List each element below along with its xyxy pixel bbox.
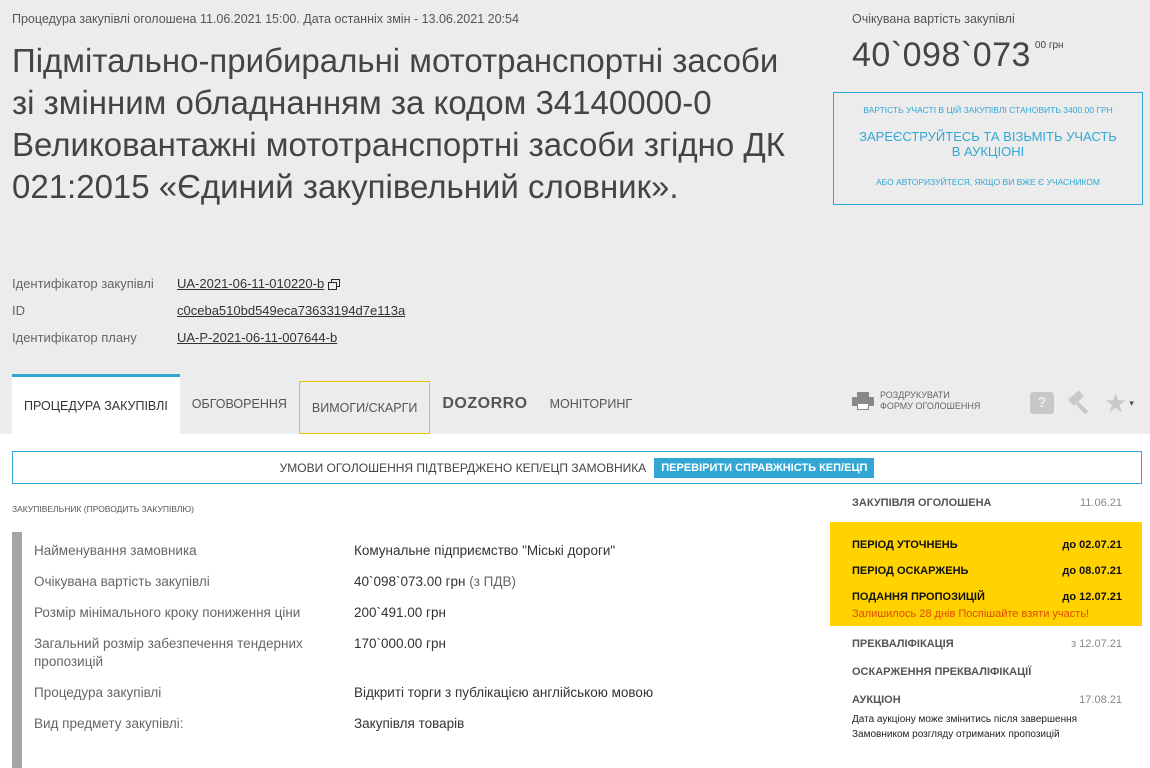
timeline-appeal-period: Період оскаржень до 08.07.21 bbox=[830, 558, 1142, 584]
timeline-label: Період оскаржень bbox=[852, 565, 969, 577]
info-label: Очікувана вартість закупівлі bbox=[34, 574, 210, 589]
identifier-row-plan: Ідентифікатор плану UA-P-2021-06-11-0076… bbox=[12, 324, 405, 351]
action-icons: ? ★ ▾ bbox=[1030, 390, 1134, 416]
timeline-label: Подання пропозицій bbox=[852, 591, 985, 603]
timeline-warning: Залишилось 28 днів Поспішайте взяти учас… bbox=[852, 608, 1090, 620]
timeline-date: до 12.07.21 bbox=[1062, 591, 1122, 603]
info-label: Процедура закупівлі bbox=[34, 685, 162, 700]
question-icon[interactable]: ? bbox=[1030, 392, 1054, 414]
info-row: Розмір мінімального кроку пониження ціни… bbox=[22, 604, 802, 622]
price-amount: 40`098`073 bbox=[852, 36, 1031, 74]
timeline-auction: Аукціон 17.08.21 bbox=[830, 694, 1142, 706]
info-label: Загальний розмір забезпечення тендерних … bbox=[34, 636, 303, 669]
timeline-prequal-appeal: Оскарження прекваліфікації bbox=[830, 666, 1142, 678]
auction-note: Дата аукціону може змінитись після завер… bbox=[852, 714, 1078, 740]
vat-note: (з ПДВ) bbox=[469, 574, 517, 589]
info-value: Комунальне підприємство "Міські дороги" bbox=[354, 543, 616, 558]
login-link[interactable]: або авторизуйтеся, якщо ви вже є учасник… bbox=[834, 177, 1142, 187]
timeline-date: 17.08.21 bbox=[1079, 694, 1122, 706]
ecp-text: Умови оголошення підтверджено КЕП/ЕЦП за… bbox=[279, 460, 647, 475]
info-row: Очікувана вартість закупівлі 40`098`073.… bbox=[22, 573, 802, 591]
info-value-amount: 40`098`073.00 грн bbox=[354, 574, 466, 589]
timeline-label: Період уточнень bbox=[852, 539, 958, 551]
participation-box: Вартість участі в цій закупівлі становит… bbox=[833, 92, 1143, 205]
timeline-date: з 12.07.21 bbox=[1071, 638, 1122, 650]
print-form-button[interactable]: Роздрукувати форму оголошення bbox=[852, 390, 980, 412]
ecp-bar: Умови оголошення підтверджено КЕП/ЕЦП за… bbox=[12, 451, 1142, 484]
announcement-info: Процедура закупівлі оголошена 11.06.2021… bbox=[12, 12, 519, 26]
info-row: Вид предмету закупівлі: Закупівля товарі… bbox=[22, 715, 802, 733]
timeline-label: Прекваліфікація bbox=[852, 638, 954, 650]
info-value: Закупівля товарів bbox=[354, 716, 465, 731]
tab-procedure[interactable]: Процедура закупівлі bbox=[12, 374, 180, 434]
identifier-label: ID bbox=[12, 303, 25, 318]
timeline-date: 11.06.21 bbox=[1079, 497, 1122, 509]
tender-title: Підмітально-прибиральні мототранспортні … bbox=[12, 42, 785, 205]
timeline-submission: Подання пропозицій до 12.07.21 bbox=[830, 584, 1142, 610]
info-label: Найменування замовника bbox=[34, 543, 197, 558]
info-value: 40`098`073.00 грн (з ПДВ) bbox=[354, 573, 516, 591]
info-label: Вид предмету закупівлі: bbox=[34, 716, 184, 731]
tender-id-link[interactable]: UA-2021-06-11-010220-b bbox=[177, 276, 324, 291]
print-label: Роздрукувати форму оголошення bbox=[880, 390, 980, 412]
tab-discussion[interactable]: Обговорення bbox=[180, 374, 299, 434]
timeline-date: до 08.07.21 bbox=[1062, 565, 1122, 577]
identifiers: Ідентифікатор закупівлі UA-2021-06-11-01… bbox=[12, 270, 405, 351]
plan-id-link[interactable]: UA-P-2021-06-11-007644-b bbox=[177, 330, 337, 345]
buyer-info: Найменування замовника Комунальне підпри… bbox=[12, 532, 802, 768]
tabs: Процедура закупівлі Обговорення Вимоги/с… bbox=[12, 374, 644, 434]
register-button[interactable]: Зареєструйтесь та візьміть участь в аукц… bbox=[854, 129, 1122, 159]
info-value: Відкриті торги з публікацією англійською… bbox=[354, 685, 654, 700]
timeline-date: до 02.07.21 bbox=[1062, 539, 1122, 551]
print-label-line1: Роздрукувати bbox=[880, 390, 950, 400]
internal-id-link[interactable]: c0ceba510bd549eca73633194d7e113a bbox=[177, 303, 405, 318]
timeline-prequalification: Прекваліфікація з 12.07.21 bbox=[830, 638, 1142, 650]
info-value: 200`491.00 грн bbox=[354, 605, 446, 620]
gavel-icon[interactable] bbox=[1066, 390, 1092, 415]
info-label: Розмір мінімального кроку пониження ціни bbox=[34, 605, 301, 620]
price-value: 40`098`073 00 грн bbox=[852, 36, 1064, 75]
info-row: Процедура закупівлі Відкриті торги з пуб… bbox=[22, 684, 802, 702]
chevron-down-icon[interactable]: ▾ bbox=[1129, 398, 1134, 409]
expected-price: Очікувана вартість закупівлі 40`098`073 0… bbox=[852, 12, 1064, 75]
identifier-label: Ідентифікатор плану bbox=[12, 330, 137, 345]
price-label: Очікувана вартість закупівлі bbox=[852, 12, 1015, 26]
timeline-label: Аукціон bbox=[852, 694, 901, 706]
timeline-clarification: Період уточнень до 02.07.21 bbox=[830, 532, 1142, 558]
tab-claims[interactable]: Вимоги/скарги bbox=[298, 381, 431, 434]
price-cents: 00 грн bbox=[1034, 40, 1064, 51]
info-row: Найменування замовника Комунальне підпри… bbox=[22, 542, 802, 560]
identifier-row-tender: Ідентифікатор закупівлі UA-2021-06-11-01… bbox=[12, 270, 405, 297]
buyer-heading: Закупівельник (проводить закупівлю) bbox=[12, 504, 194, 514]
timeline: Закупівля оголошена 11.06.21 Період уточ… bbox=[830, 497, 1142, 742]
verify-ecp-button[interactable]: Перевірити справжність КЕП/ЕЦП bbox=[654, 457, 875, 478]
identifier-row-id: ID c0ceba510bd549eca73633194d7e113a bbox=[12, 297, 405, 324]
timeline-label: Закупівля оголошена bbox=[852, 497, 992, 509]
timeline-announced: Закупівля оголошена 11.06.21 bbox=[830, 497, 1142, 509]
info-row: Загальний розмір забезпечення тендерних … bbox=[22, 635, 802, 671]
identifier-label: Ідентифікатор закупівлі bbox=[12, 276, 154, 291]
star-icon[interactable]: ★ bbox=[1104, 390, 1127, 416]
copy-icon[interactable] bbox=[328, 278, 341, 290]
participation-cost: Вартість участі в цій закупівлі становит… bbox=[863, 105, 1113, 115]
printer-icon bbox=[852, 392, 874, 410]
tab-dozorro[interactable]: DOZORRO bbox=[430, 374, 537, 434]
tab-monitoring[interactable]: Моніторинг bbox=[538, 374, 645, 434]
timeline-label: Оскарження прекваліфікації bbox=[852, 666, 1032, 678]
print-label-line2: форму оголошення bbox=[880, 401, 981, 411]
timeline-current-period: Період уточнень до 02.07.21 Період оскар… bbox=[830, 522, 1142, 626]
info-value: 170`000.00 грн bbox=[354, 636, 446, 651]
